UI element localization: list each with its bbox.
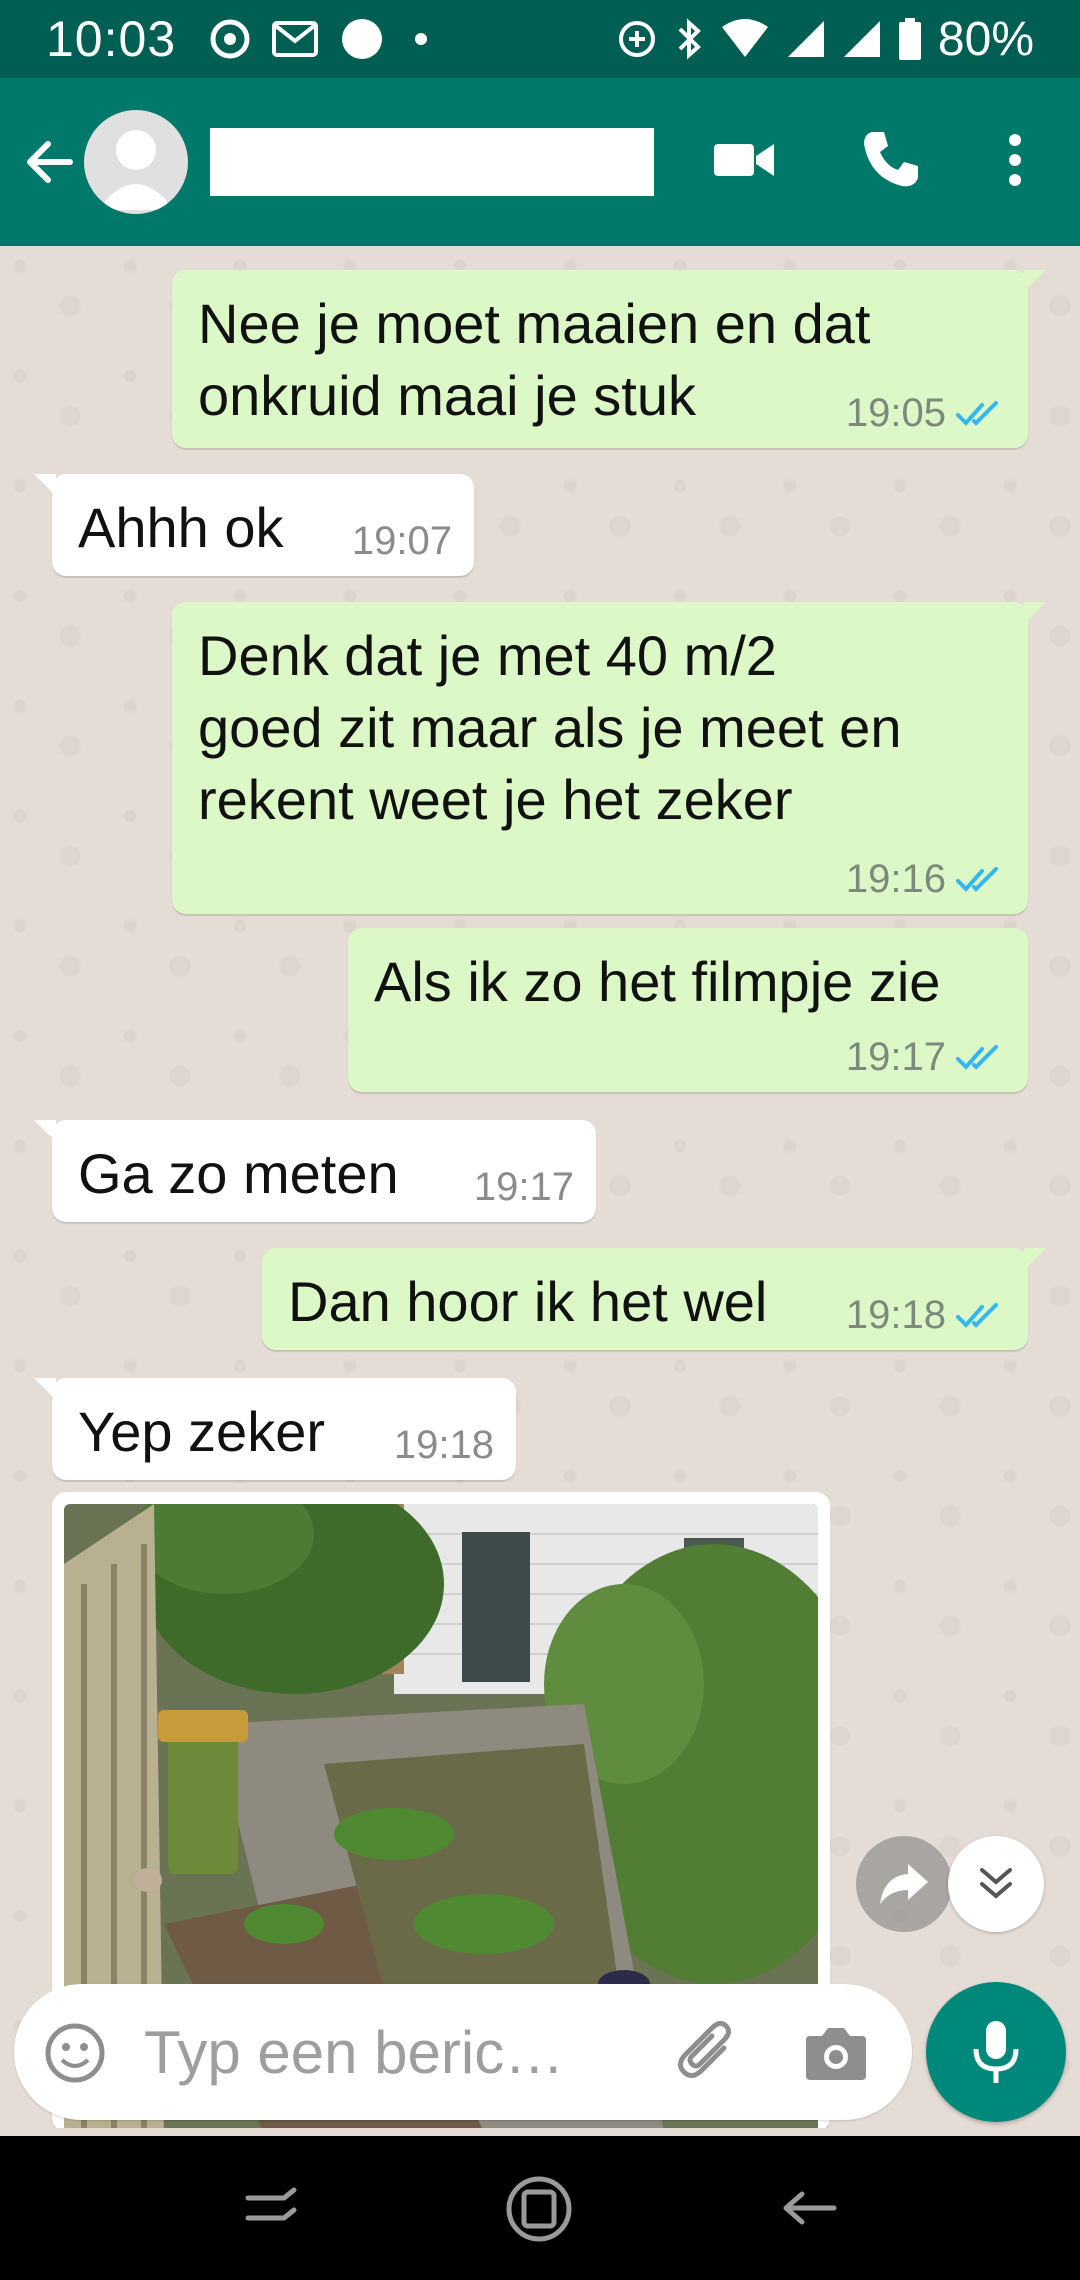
avatar[interactable]	[84, 110, 188, 214]
message-incoming[interactable]: Yep zeker 19:18	[34, 1378, 516, 1480]
microphone-icon	[973, 2021, 1019, 2083]
chat-header	[0, 78, 1080, 246]
battery-percent: 80%	[937, 12, 1034, 66]
phone-icon[interactable]	[858, 128, 922, 192]
message-time: 19:17	[845, 1035, 946, 1079]
message-meta: 19:18	[394, 1423, 494, 1468]
message-incoming[interactable]: Ahhh ok 19:07	[34, 474, 474, 576]
message-text: Denk dat je met 40 m/2 goed zit maar als…	[198, 624, 902, 831]
message-meta: 19:05	[846, 391, 1006, 436]
message-text: Dan hoor ik het wel	[288, 1270, 768, 1333]
default-avatar-icon	[98, 130, 174, 210]
message-incoming[interactable]: Ga zo meten 19:17	[34, 1120, 596, 1222]
status-bar: 10:03 80%	[0, 0, 1080, 78]
message-outgoing[interactable]: Denk dat je met 40 m/2 goed zit maar als…	[172, 602, 1046, 914]
message-time: 19:17	[473, 1165, 574, 1209]
arrow-left-icon[interactable]	[20, 132, 80, 192]
forward-button[interactable]	[856, 1836, 952, 1932]
battery-icon	[898, 18, 921, 60]
message-time: 19:18	[845, 1293, 946, 1337]
message-composer: Typ een beric…	[14, 1984, 912, 2120]
signal-2-icon	[843, 21, 880, 57]
message-time: 19:16	[845, 857, 946, 901]
scroll-to-bottom-button[interactable]	[948, 1836, 1044, 1932]
message-text: Als ik zo het filmpje zie	[374, 950, 941, 1013]
paperclip-icon[interactable]	[674, 2020, 740, 2086]
home-icon[interactable]	[504, 2174, 574, 2244]
gmail-icon	[272, 21, 319, 57]
double-check-icon	[956, 1302, 998, 1328]
wifi-icon	[721, 19, 768, 57]
status-time: 10:03	[46, 11, 177, 67]
notification-dot-icon	[342, 19, 383, 59]
chevron-double-down-icon	[980, 1868, 1012, 1899]
message-meta: 19:16	[846, 857, 1006, 902]
double-check-icon	[956, 866, 998, 892]
data-saver-icon	[618, 21, 655, 57]
message-outgoing[interactable]: Dan hoor ik het wel 19:18	[262, 1248, 1046, 1350]
recents-icon[interactable]	[244, 2184, 298, 2232]
contact-name[interactable]	[210, 128, 654, 196]
message-time: 19:18	[393, 1423, 494, 1467]
message-text: Ga zo meten	[78, 1142, 399, 1205]
message-text: Yep zeker	[78, 1400, 325, 1463]
signal-icon	[787, 21, 824, 57]
more-vert-icon[interactable]	[1000, 128, 1030, 192]
camera-icon[interactable]	[804, 2022, 868, 2082]
message-time: 19:07	[351, 519, 452, 563]
system-nav-bar	[0, 2136, 1080, 2280]
video-camera-icon[interactable]	[712, 128, 776, 192]
double-check-icon	[956, 1044, 998, 1070]
message-outgoing[interactable]: Nee je moet maaien en dat onkruid maai j…	[172, 270, 1046, 448]
message-input[interactable]: Typ een beric…	[144, 2018, 564, 2087]
message-meta: 19:07	[352, 519, 452, 564]
more-notifications-icon	[415, 33, 428, 45]
message-meta: 19:18	[846, 1293, 1006, 1338]
message-text: Nee je moet maaien en dat onkruid maai j…	[198, 292, 871, 427]
message-meta: 19:17	[846, 1035, 1006, 1080]
double-check-icon	[956, 400, 998, 426]
chrome-icon	[210, 19, 250, 59]
back-icon[interactable]	[780, 2184, 838, 2232]
message-outgoing[interactable]: Als ik zo het filmpje zie 19:17	[348, 928, 1028, 1092]
message-text: Ahhh ok	[78, 496, 284, 559]
emoji-icon[interactable]	[44, 2022, 106, 2084]
bluetooth-icon	[678, 18, 701, 60]
forward-icon	[880, 1864, 928, 1904]
message-meta: 19:17	[474, 1165, 574, 1210]
message-list[interactable]: Nee je moet maaien en dat onkruid maai j…	[0, 246, 1080, 2128]
voice-message-button[interactable]	[926, 1982, 1066, 2122]
message-time: 19:05	[845, 391, 946, 435]
